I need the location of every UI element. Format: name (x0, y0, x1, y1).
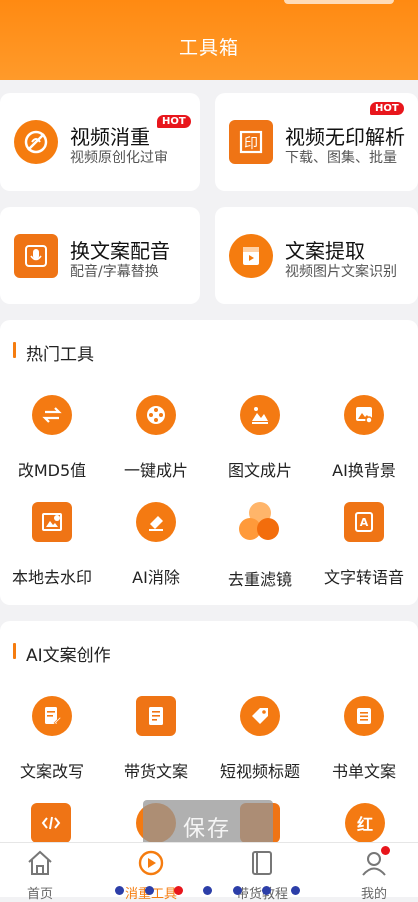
tool-sales-copy[interactable]: 带货文案 (104, 696, 208, 782)
tool-label: 短视频标题 (219, 762, 300, 781)
tool-dedup-filter[interactable]: 去重滤镜 (208, 502, 312, 590)
pager-dot (262, 886, 271, 895)
feature-card-watermark-parse[interactable]: 印 视频无印解析 下载、图集、批量 HOT (215, 93, 418, 191)
tab-label: 我的 (360, 887, 387, 902)
feature-subtitle: 配音/字幕替换 (70, 264, 159, 280)
tool-label: 图文成片 (227, 461, 292, 480)
tool-text-to-speech[interactable]: A 文字转语音 (312, 502, 416, 588)
section-accent-bar (13, 342, 16, 358)
save-label: 保存 (183, 817, 232, 842)
section-title: AI文案创作 (26, 646, 111, 666)
tool-ai-erase[interactable]: AI消除 (104, 502, 208, 588)
tool-label: 本地去水印 (11, 568, 92, 587)
feature-subtitle: 视频图片文案识别 (285, 264, 397, 280)
hot-badge: HOT (370, 102, 404, 115)
book-icon (252, 851, 272, 875)
feature-card-video-dedup[interactable]: 视频消重 视频原创化过审 HOT (0, 93, 200, 191)
text-to-speech-icon: A (344, 502, 384, 542)
feature-subtitle: 视频原创化过审 (70, 150, 168, 166)
home-icon (28, 850, 52, 875)
red-text-glyph: 红 (356, 815, 373, 834)
code-icon[interactable] (31, 803, 71, 843)
doc-edit-icon (32, 696, 72, 736)
pager-dot (145, 886, 154, 895)
tool-copy-rewrite[interactable]: 文案改写 (0, 696, 104, 782)
microphone-icon (14, 234, 58, 278)
status-bar-fragment (284, 0, 394, 4)
page-title: 工具箱 (178, 37, 239, 59)
tool-label: 书单文案 (331, 762, 396, 781)
tool-label: AI换背景 (332, 461, 396, 480)
feature-subtitle: 下载、图集、批量 (285, 150, 397, 166)
red-text-icon[interactable]: 红 (345, 803, 385, 843)
feature-title: 换文案配音 (70, 239, 170, 263)
svg-text:印: 印 (244, 136, 258, 152)
tab-label: 首页 (26, 887, 53, 902)
section-accent-bar (13, 643, 16, 659)
eraser-icon (136, 502, 176, 542)
tool-label: 一键成片 (123, 461, 188, 480)
feature-card-replace-voice[interactable]: 换文案配音 配音/字幕替换 (0, 207, 200, 304)
tool-md5[interactable]: 改MD5值 (0, 395, 104, 481)
film-reel-icon (136, 395, 176, 435)
tool-one-click-film[interactable]: 一键成片 (104, 395, 208, 481)
hot-badge: HOT (157, 115, 191, 128)
tool-label: 文案改写 (19, 762, 84, 781)
feature-title: 视频无印解析 (285, 125, 405, 149)
tool-image-text-film[interactable]: 图文成片 (208, 395, 312, 481)
tool-label: 带货文案 (123, 762, 188, 781)
image-text-icon (240, 395, 280, 435)
feature-title: 文案提取 (285, 239, 365, 263)
tab-home[interactable]: 首页 (0, 849, 80, 902)
image-replace-icon (344, 395, 384, 435)
seal-icon: 印 (229, 120, 273, 164)
feature-title: 视频消重 (70, 125, 150, 149)
play-doc-icon (229, 234, 273, 278)
pager-dot (203, 886, 212, 895)
tab-mine[interactable]: 我的 (334, 849, 414, 902)
remove-watermark-icon (32, 502, 72, 542)
swap-icon (32, 395, 72, 435)
tool-remove-watermark[interactable]: 本地去水印 (0, 502, 104, 588)
filter-icon (239, 502, 281, 544)
pager-dot (291, 886, 300, 895)
svg-text:A: A (360, 516, 369, 529)
tool-short-video-title[interactable]: 短视频标题 (208, 696, 312, 782)
tool-label: 去重滤镜 (227, 570, 292, 589)
tool-ai-background[interactable]: AI换背景 (312, 395, 416, 481)
tag-icon (240, 696, 280, 736)
pager-dot (174, 886, 183, 895)
doc-icon (136, 696, 176, 736)
tool-label: 文字转语音 (323, 568, 404, 587)
no-copy-icon (14, 120, 58, 164)
tool-booklist-copy[interactable]: 书单文案 (312, 696, 416, 782)
tool-label: AI消除 (132, 568, 180, 587)
play-circle-icon (138, 850, 164, 876)
list-icon (344, 696, 384, 736)
feature-card-text-extract[interactable]: 文案提取 视频图片文案识别 (215, 207, 418, 304)
pager-dot (233, 886, 242, 895)
section-title: 热门工具 (26, 345, 94, 365)
hot-tools-section: 热门工具 改MD5值 一键成片 图文成片 AI换背景 本地去水印 AI消除 去重… (0, 320, 418, 605)
top-header: 工具箱 (0, 0, 418, 80)
pager-dot (115, 886, 124, 895)
notification-dot (381, 846, 390, 855)
tool-label: 改MD5值 (17, 461, 87, 480)
